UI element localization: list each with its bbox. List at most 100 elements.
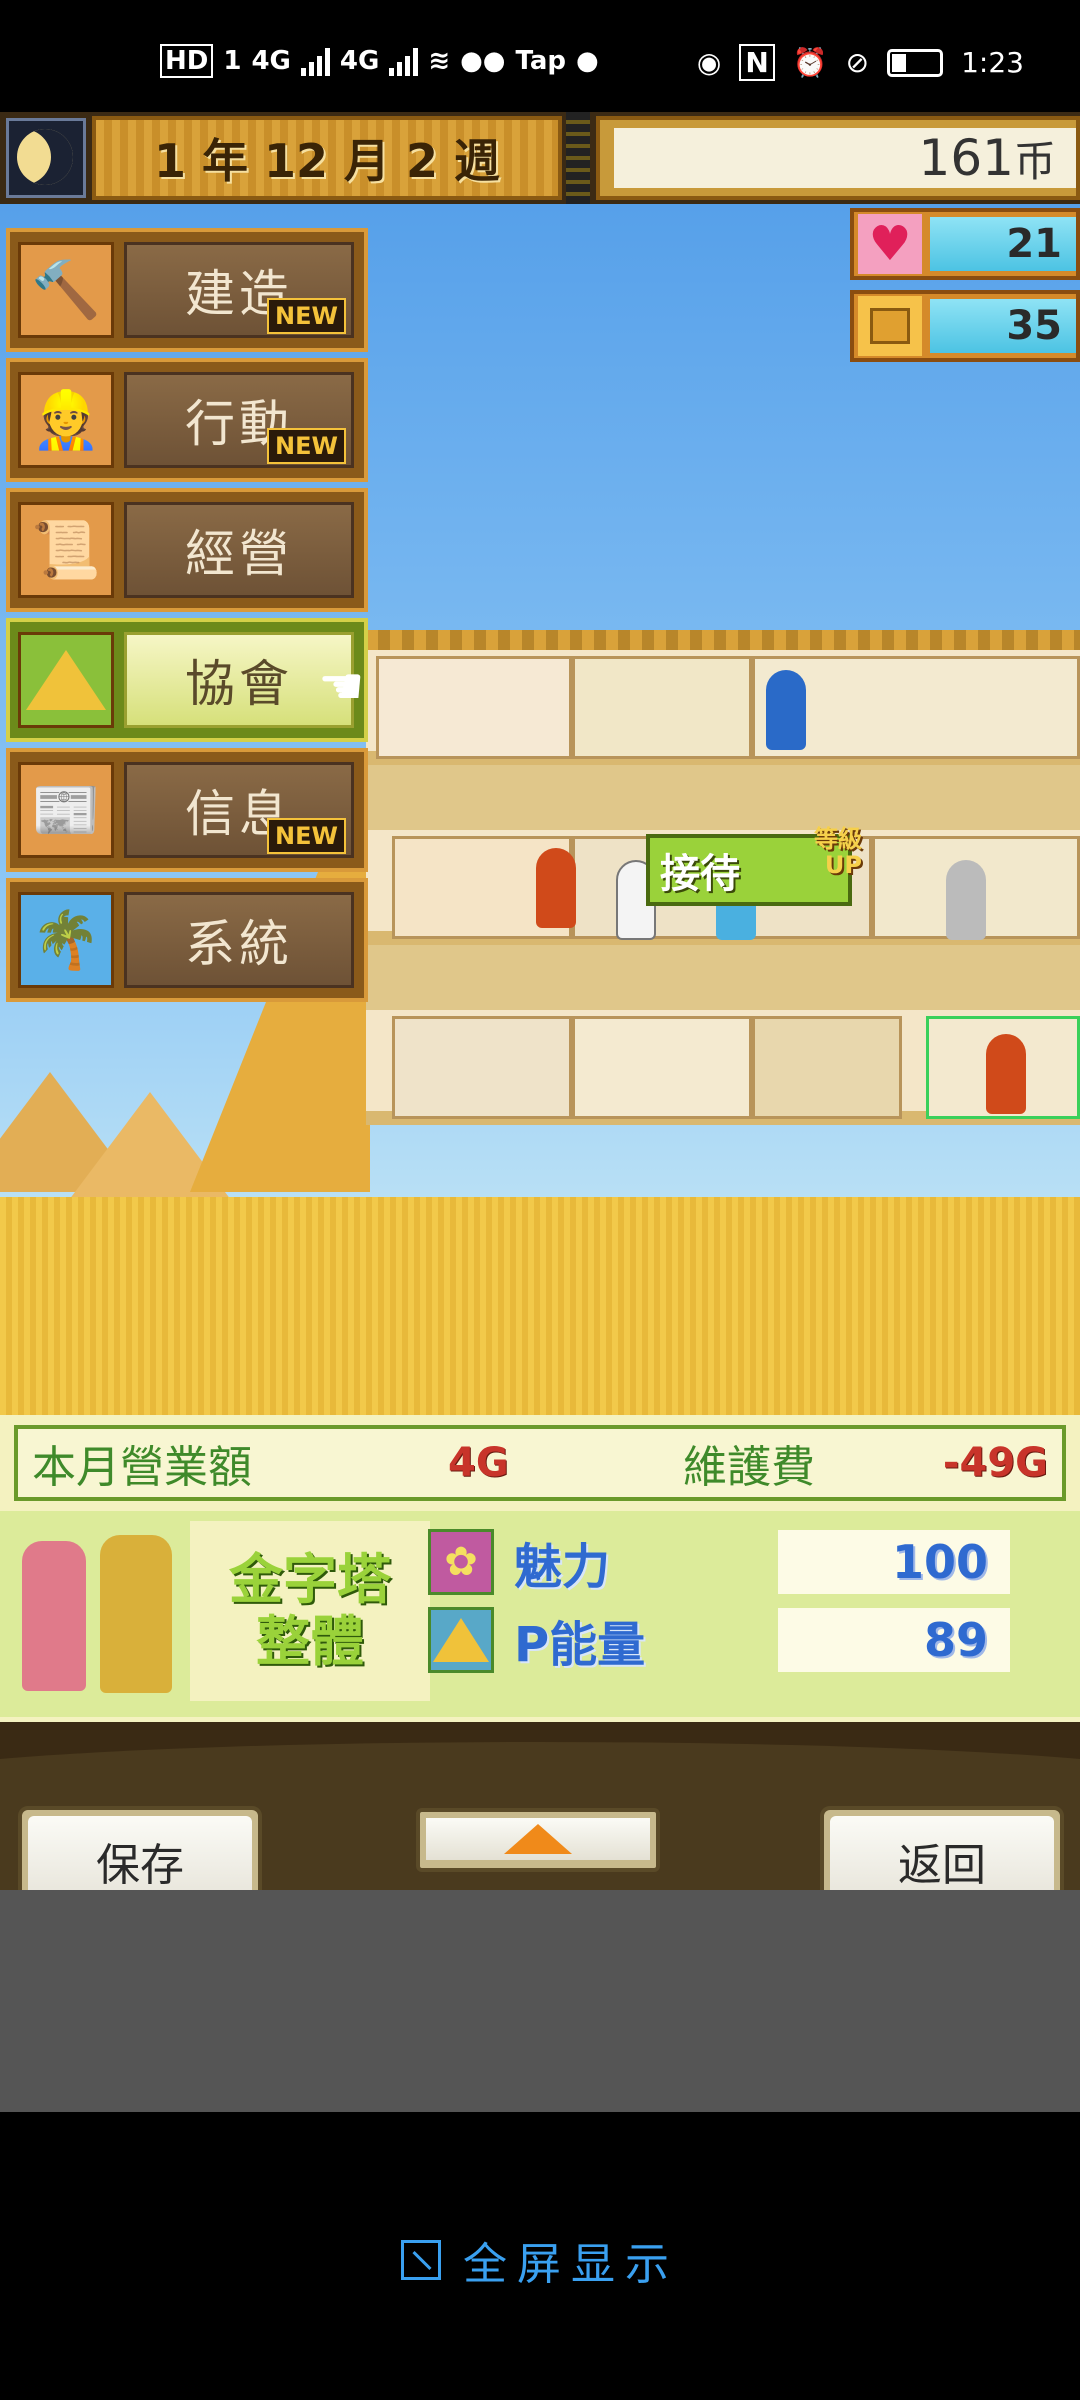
bubble-sub-2: UP [824, 851, 862, 879]
maintenance-value: -49G [942, 1440, 1048, 1486]
room-pottery[interactable] [392, 1016, 572, 1119]
heart-icon: ♥ [858, 214, 922, 274]
queen-character [22, 1541, 86, 1691]
pyramid-label-1: 金字塔 [229, 1548, 391, 1611]
stone-block-icon [858, 296, 922, 356]
energy-row: P能量 89 [428, 1603, 1010, 1677]
expand-up-button[interactable] [416, 1808, 660, 1872]
room-statues[interactable] [572, 1016, 752, 1119]
save-button-label: 保存 [28, 1816, 252, 1890]
room-shop[interactable] [376, 656, 572, 759]
room-rest[interactable] [572, 656, 752, 759]
hammer-icon: 🔨 [18, 242, 114, 338]
clock: 1:23 [961, 46, 1024, 79]
expand-up-face [426, 1818, 650, 1860]
tap-label: Tap [515, 46, 567, 76]
floor-1 [366, 1010, 1080, 1125]
oasis-icon: 🌴 [18, 892, 114, 988]
nfc-icon: N [739, 44, 775, 81]
income-value: 4G [448, 1440, 509, 1486]
income-bar: 本月營業額 4G 維護費 -49G [14, 1425, 1066, 1501]
energy-value: 89 [778, 1608, 1010, 1672]
status-right: ◉ N ⏰ ⊘ 1:23 [697, 44, 1024, 81]
bubble-sub-1: 等級 [814, 825, 862, 853]
pyramid-overall-label: 金字塔 整體 [190, 1521, 430, 1701]
pyramid-icon [18, 632, 114, 728]
back-button[interactable]: 返回 [820, 1806, 1064, 1890]
bubble-main-text: 接待 [660, 851, 740, 897]
divider [566, 112, 590, 204]
red-hair-guest[interactable] [536, 848, 576, 928]
game-area[interactable]: 接待 等級 UP 1 年 12 月 2 週 161 币 ♥ 21 35 🔨 建造… [0, 112, 1080, 1890]
mute-icon: ⊘ [845, 46, 870, 79]
letterbox-gray [0, 1890, 1080, 2112]
hd-icon: HD [160, 44, 214, 78]
fullscreen-label: 全屏显示 [463, 2239, 679, 2290]
elder-guest[interactable] [946, 860, 986, 940]
charm-value: 100 [778, 1530, 1010, 1594]
pyramid-stats: 金字塔 整體 ✿ 魅力 100 P能量 89 [0, 1511, 1080, 1717]
energy-label: P能量 [514, 1617, 646, 1673]
heart-stat: ♥ 21 [850, 208, 1080, 280]
pointer-hand-icon: ☚ [318, 657, 365, 717]
pyramid-label-2: 整體 [256, 1610, 364, 1673]
menu-item-system[interactable]: 🌴 系統 [6, 878, 368, 1002]
coin-inner: 161 币 [614, 128, 1076, 188]
date-text: 1 年 12 月 2 週 [153, 134, 501, 188]
villager[interactable] [766, 670, 806, 750]
wechat-icon: ●● [460, 46, 506, 76]
charm-label: 魅力 [514, 1539, 611, 1595]
moon-icon [6, 118, 86, 198]
menu-item-info[interactable]: 📰 信息 NEW [6, 748, 368, 872]
floor-3 [366, 650, 1080, 765]
signal-icon [300, 46, 330, 76]
network-label-1: 4G [251, 46, 291, 76]
menu-label: 系統 [124, 892, 354, 988]
lotus-icon: ✿ [428, 1529, 494, 1595]
menu-item-build[interactable]: 🔨 建造 NEW [6, 228, 368, 352]
menu-item-association[interactable]: 協會 [6, 618, 368, 742]
heart-value: 21 [930, 217, 1076, 271]
eye-icon: ◉ [696, 46, 722, 79]
info-panel: 本月營業額 4G 維護費 -49G 金字塔 整體 ✿ 魅力 100 P能量 89 [0, 1415, 1080, 1722]
new-badge: NEW [267, 818, 346, 854]
coin-unit: 币 [1013, 136, 1056, 186]
wifi-icon: ≋ [428, 46, 451, 76]
status-left: HD 1 4G 4G ≋ ●● Tap ● [160, 44, 599, 78]
signal-icon-2 [389, 46, 419, 76]
date-display: 1 年 12 月 2 週 [92, 116, 562, 200]
coin-display: 161 币 [596, 116, 1080, 200]
sitting-guest[interactable] [986, 1034, 1026, 1114]
paper-icon: 📰 [18, 762, 114, 858]
pharaoh-characters [16, 1521, 182, 1707]
battery-icon [887, 48, 944, 77]
worker-icon: 👷 [18, 372, 114, 468]
fullscreen-icon [401, 2240, 441, 2280]
status-bar: HD 1 4G 4G ≋ ●● Tap ● ◉ N ⏰ ⊘ 1:23 [0, 0, 1080, 112]
stone-stat: 35 [850, 290, 1080, 362]
pharaoh-character [100, 1535, 172, 1693]
fullscreen-button[interactable]: 全屏显示 [0, 2220, 1080, 2300]
save-button[interactable]: 保存 [18, 1806, 262, 1890]
charm-row: ✿ 魅力 100 [428, 1525, 1010, 1599]
menu-item-action[interactable]: 👷 行動 NEW [6, 358, 368, 482]
room-empty[interactable] [752, 1016, 902, 1119]
menu-label: 經營 [124, 502, 354, 598]
stone-value: 35 [930, 299, 1076, 353]
message-icon: ● [576, 46, 599, 76]
top-bar: 1 年 12 月 2 週 161 币 [0, 112, 1080, 204]
menu-item-manage[interactable]: 📜 經營 [6, 488, 368, 612]
up-arrow-icon [504, 1824, 572, 1854]
button-area: 保存 返回 [0, 1722, 1080, 1890]
sim-label: 1 [223, 46, 242, 76]
new-badge: NEW [267, 428, 346, 464]
alarm-icon: ⏰ [792, 46, 828, 79]
back-button-label: 返回 [830, 1816, 1054, 1890]
income-label: 本月營業額 [32, 1442, 252, 1493]
network-label-2: 4G [339, 46, 380, 76]
coin-value: 161 [918, 129, 1014, 187]
maintenance-label: 維護費 [683, 1442, 815, 1493]
bubble-level-up: 等級 UP [814, 826, 862, 878]
new-badge: NEW [267, 298, 346, 334]
level-up-bubble[interactable]: 接待 等級 UP [646, 826, 862, 906]
